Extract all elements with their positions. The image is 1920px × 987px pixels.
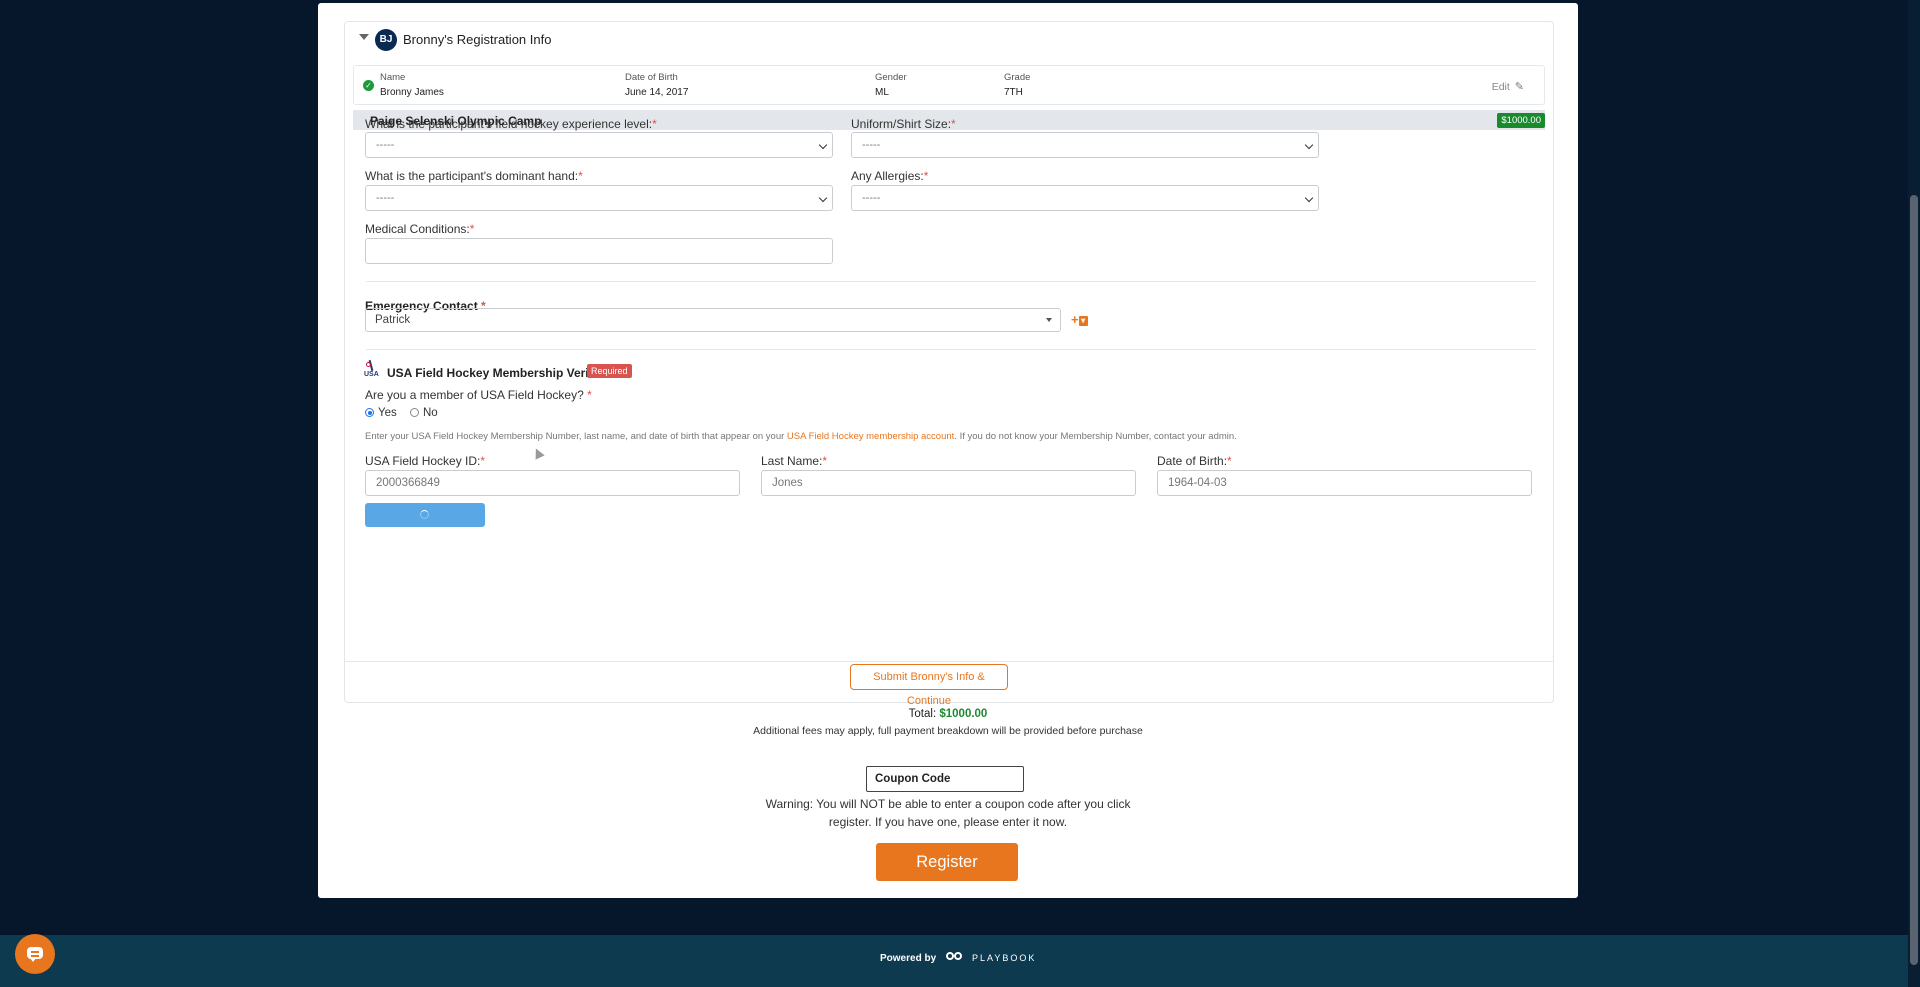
chat-button[interactable] xyxy=(15,934,55,974)
registration-card: BJ Bronny's Registration Info ✓ Name Bro… xyxy=(344,21,1554,703)
divider xyxy=(366,281,1536,282)
pencil-icon: ✎ xyxy=(1514,81,1524,93)
register-button[interactable]: Register xyxy=(876,843,1018,881)
required-badge: Required xyxy=(587,364,632,378)
usafh-id-input[interactable]: 2000366849 xyxy=(365,470,740,496)
summary-gender: Gender ML xyxy=(875,72,907,98)
medical-input[interactable] xyxy=(365,238,833,264)
last-name-label: Last Name:* xyxy=(761,454,828,468)
chat-bubble-icon xyxy=(27,947,43,962)
medical-label: Medical Conditions:* xyxy=(365,222,475,236)
membership-account-link[interactable]: USA Field Hockey membership account xyxy=(787,431,954,442)
fees-note: Additional fees may apply, full payment … xyxy=(753,725,1143,737)
coupon-code-input[interactable]: Coupon Code xyxy=(866,766,1024,792)
scrollbar-thumb[interactable] xyxy=(1910,195,1918,965)
check-icon: ✓ xyxy=(363,80,374,91)
footer: Powered by PLAYBOOK xyxy=(0,935,1920,987)
dominant-hand-label: What is the participant's dominant hand:… xyxy=(365,169,583,183)
experience-label: What is the participant's field hockey e… xyxy=(365,117,657,131)
shirt-size-label: Uniform/Shirt Size:* xyxy=(851,117,956,131)
chevron-down-icon xyxy=(818,193,828,203)
coupon-warning: Warning: You will NOT be able to enter a… xyxy=(765,797,1131,829)
usa-field-hockey-logo: USA xyxy=(364,359,382,380)
total-amount: $1000.00 xyxy=(939,708,988,720)
playbook-brand: PLAYBOOK xyxy=(972,953,1037,963)
powered-by-label: Powered by xyxy=(880,953,937,964)
radio-no[interactable]: No xyxy=(409,407,438,419)
shirt-size-select[interactable]: ----- xyxy=(851,132,1319,158)
spinner-icon xyxy=(420,510,429,519)
chevron-down-icon xyxy=(818,140,828,150)
last-name-input[interactable]: Jones xyxy=(761,470,1136,496)
membership-help-text: Enter your USA Field Hockey Membership N… xyxy=(365,431,1237,442)
registration-panel: BJ Bronny's Registration Info ✓ Name Bro… xyxy=(318,3,1578,898)
summary-dob: Date of Birth June 14, 2017 xyxy=(625,72,689,98)
price-badge: $1000.00 xyxy=(1497,113,1545,128)
caret-down-icon xyxy=(1046,318,1052,322)
divider xyxy=(366,349,1536,350)
summary-name: Name Bronny James xyxy=(380,72,444,98)
chevron-down-icon xyxy=(1304,140,1314,150)
radio-checked-icon[interactable] xyxy=(365,408,374,417)
playbook-logo-icon xyxy=(946,949,966,965)
experience-select[interactable]: ----- xyxy=(365,132,833,158)
usafh-id-label: USA Field Hockey ID:* xyxy=(365,454,486,468)
total-line: Total: $1000.00 xyxy=(908,708,988,720)
emergency-contact-select[interactable]: Patrick xyxy=(365,308,1061,332)
contact-card-icon: ▾ xyxy=(1078,316,1088,326)
divider xyxy=(344,661,1554,662)
radio-yes[interactable]: Yes xyxy=(365,407,397,419)
card-header[interactable]: BJ Bronny's Registration Info xyxy=(345,22,1553,58)
usafh-dob-label: Date of Birth:* xyxy=(1157,454,1232,468)
dominant-hand-select[interactable]: ----- xyxy=(365,185,833,211)
usafh-dob-input[interactable]: 1964-04-03 xyxy=(1157,470,1532,496)
caret-down-icon[interactable] xyxy=(359,34,369,40)
chevron-down-icon xyxy=(1304,193,1314,203)
allergies-label: Any Allergies:* xyxy=(851,169,929,183)
mouse-cursor-icon xyxy=(531,446,545,460)
edit-label: Edit xyxy=(1491,81,1510,93)
edit-button[interactable]: Edit ✎ xyxy=(1492,80,1524,93)
verify-button-loading[interactable] xyxy=(365,503,485,527)
submit-continue-button[interactable]: Submit Bronny's Info & Continue xyxy=(850,664,1008,707)
allergies-select[interactable]: ----- xyxy=(851,185,1319,211)
member-radio-group: Yes No xyxy=(365,407,438,419)
summary-grade: Grade 7TH xyxy=(1004,72,1031,98)
participant-summary: ✓ Name Bronny James Date of Birth June 1… xyxy=(353,65,1545,105)
card-title: Bronny's Registration Info xyxy=(403,32,552,47)
radio-unchecked-icon[interactable] xyxy=(409,408,419,417)
add-contact-button[interactable]: + ▾ xyxy=(1071,312,1088,327)
avatar: BJ xyxy=(375,29,397,51)
member-question: Are you a member of USA Field Hockey? * xyxy=(365,388,592,402)
